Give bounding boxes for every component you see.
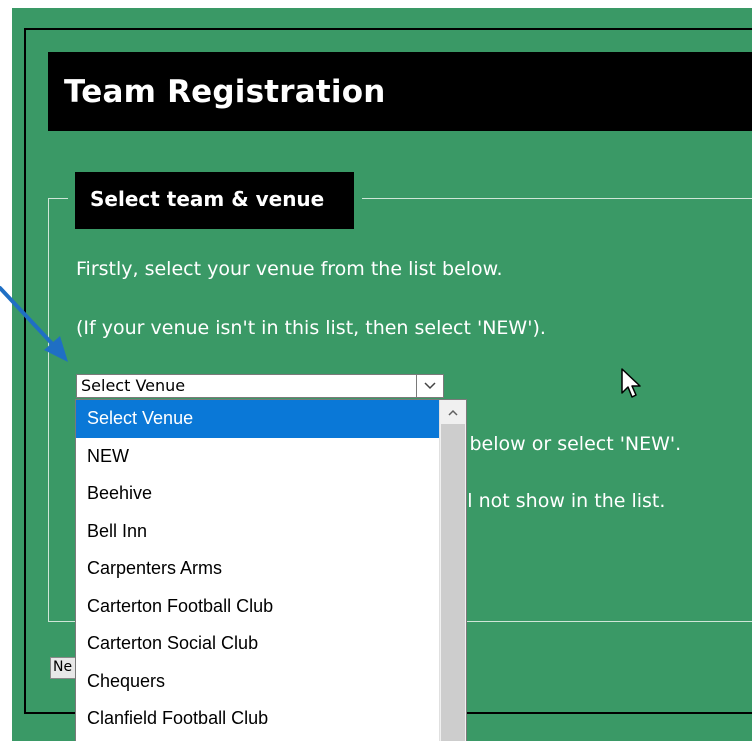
scroll-thumb[interactable] xyxy=(441,424,465,741)
partially-hidden-text-2: ll not show in the list. xyxy=(462,490,666,512)
page-title: Team Registration xyxy=(64,74,386,110)
venue-option[interactable]: Carterton Social Club xyxy=(76,625,439,663)
new-button-label: Ne xyxy=(53,659,73,675)
venue-option[interactable]: NEW xyxy=(76,438,439,476)
venue-select[interactable]: Select Venue xyxy=(76,374,444,398)
arrow-annotation-icon xyxy=(0,286,68,362)
venue-dropdown-list[interactable]: Select Venue NEW Beehive Bell Inn Carpenters… xyxy=(75,399,467,741)
instruction-line-1: Firstly, select your venue from the list… xyxy=(76,258,503,280)
mouse-pointer-icon xyxy=(621,368,641,398)
fieldset-legend: Select team & venue xyxy=(75,172,354,229)
venue-options: Select Venue NEW Beehive Bell Inn Carpenters… xyxy=(76,400,466,738)
instruction-line-2: (If your venue isn't in this list, then … xyxy=(76,317,546,339)
partially-hidden-text-1: t below or select 'NEW'. xyxy=(456,433,682,455)
venue-option[interactable]: Chequers xyxy=(76,663,439,701)
new-button[interactable]: Ne xyxy=(50,657,78,679)
chevron-down-icon[interactable] xyxy=(416,375,443,397)
venue-option[interactable]: Beehive xyxy=(76,475,439,513)
venue-select-value: Select Venue xyxy=(81,376,186,395)
venue-option[interactable]: Carterton Football Club xyxy=(76,588,439,626)
dropdown-scrollbar[interactable] xyxy=(439,400,466,741)
venue-option[interactable]: Bell Inn xyxy=(76,513,439,551)
chevron-up-icon[interactable] xyxy=(440,400,466,424)
venue-option[interactable]: Carpenters Arms xyxy=(76,550,439,588)
venue-option[interactable]: Clanfield Football Club xyxy=(76,700,439,738)
legend-label: Select team & venue xyxy=(90,187,325,211)
venue-option[interactable]: Select Venue xyxy=(76,400,439,438)
title-bar: Team Registration xyxy=(48,52,752,131)
